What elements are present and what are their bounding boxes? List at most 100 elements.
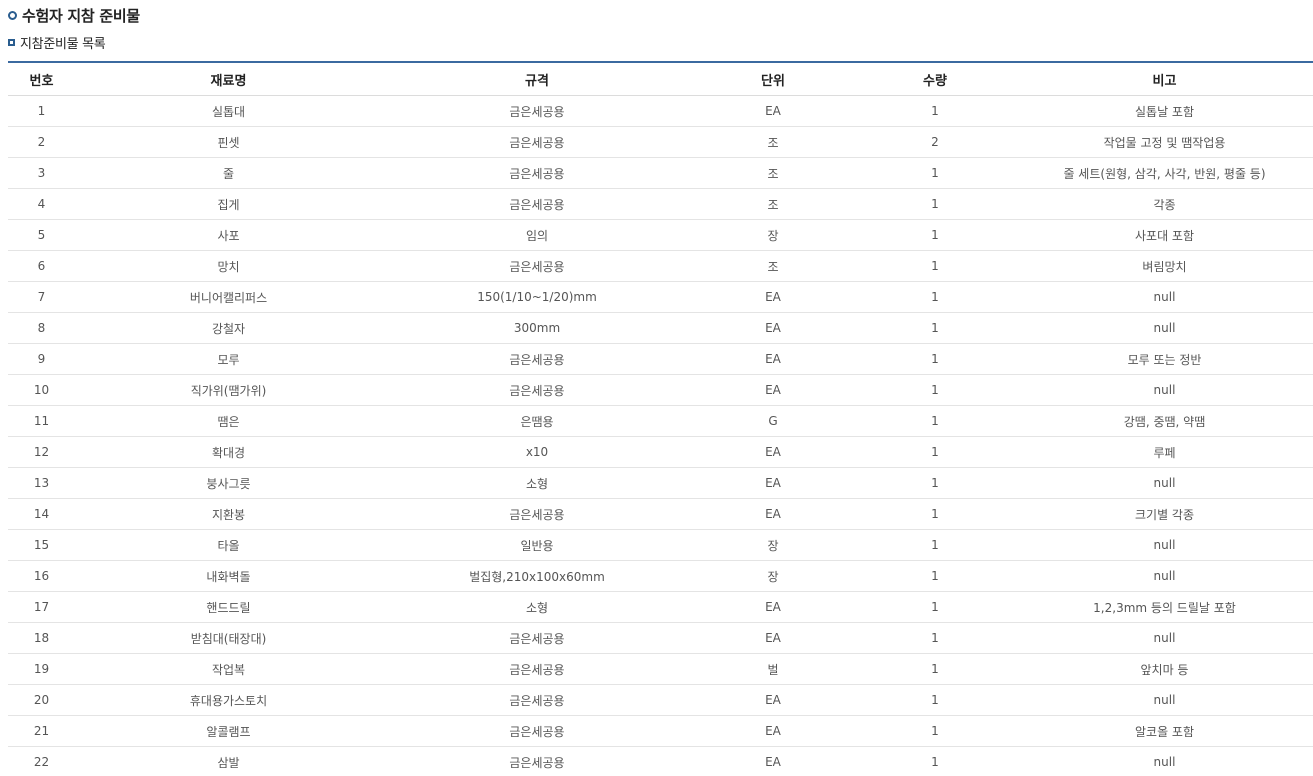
cell-material: 땜은 (75, 405, 382, 437)
cell-remarks: null (1016, 374, 1313, 406)
table-row: 10 직가위(땜가위) 금은세공용 EA 1 null (8, 374, 1313, 406)
materials-table: 번호 재료명 규격 단위 수량 비고 1 실톱대 금은세공용 EA 1 실톱날 포함 2 핀셋… (8, 61, 1313, 776)
cell-remarks: null (1016, 281, 1313, 313)
cell-material: 작업복 (75, 653, 382, 685)
cell-unit: EA (692, 281, 854, 313)
cell-number: 6 (8, 250, 75, 282)
cell-number: 18 (8, 622, 75, 654)
cell-spec: 일반용 (382, 529, 692, 561)
cell-unit: 조 (692, 188, 854, 220)
cell-quantity: 1 (854, 746, 1016, 776)
cell-material: 받침대(태장대) (75, 622, 382, 654)
cell-spec: 소형 (382, 467, 692, 499)
cell-unit: EA (692, 498, 854, 530)
cell-remarks: null (1016, 684, 1313, 716)
cell-quantity: 1 (854, 622, 1016, 654)
cell-quantity: 1 (854, 684, 1016, 716)
cell-material: 지환봉 (75, 498, 382, 530)
cell-number: 7 (8, 281, 75, 313)
cell-material: 알콜램프 (75, 715, 382, 747)
cell-unit: 조 (692, 250, 854, 282)
circle-bullet-icon (8, 10, 17, 20)
cell-material: 타올 (75, 529, 382, 561)
cell-unit: 장 (692, 560, 854, 592)
table-row: 12 확대경 x10 EA 1 루페 (8, 436, 1313, 468)
cell-unit: EA (692, 467, 854, 499)
cell-quantity: 1 (854, 560, 1016, 592)
cell-number: 22 (8, 746, 75, 776)
cell-quantity: 1 (854, 95, 1016, 127)
cell-remarks: null (1016, 467, 1313, 499)
cell-remarks: null (1016, 529, 1313, 561)
cell-spec: 금은세공용 (382, 498, 692, 530)
cell-number: 17 (8, 591, 75, 623)
cell-remarks: 강땜, 중땜, 약땜 (1016, 405, 1313, 437)
table-row: 21 알콜램프 금은세공용 EA 1 알코올 포함 (8, 715, 1313, 747)
cell-material: 실톱대 (75, 95, 382, 127)
cell-remarks: 크기별 각종 (1016, 498, 1313, 530)
cell-material: 버니어캘리퍼스 (75, 281, 382, 313)
column-header-quantity: 수량 (854, 62, 1016, 96)
table-row: 4 집게 금은세공용 조 1 각종 (8, 188, 1313, 220)
column-header-unit: 단위 (692, 62, 854, 96)
cell-spec: 금은세공용 (382, 653, 692, 685)
cell-quantity: 1 (854, 157, 1016, 189)
cell-number: 16 (8, 560, 75, 592)
table-row: 20 휴대용가스토치 금은세공용 EA 1 null (8, 684, 1313, 716)
cell-number: 2 (8, 126, 75, 158)
column-header-number: 번호 (8, 62, 75, 96)
cell-remarks: 앞치마 등 (1016, 653, 1313, 685)
cell-number: 5 (8, 219, 75, 251)
section-title: 수험자 지참 준비물 (8, 4, 140, 26)
cell-material: 사포 (75, 219, 382, 251)
cell-spec: x10 (382, 436, 692, 468)
cell-number: 4 (8, 188, 75, 220)
cell-quantity: 1 (854, 219, 1016, 251)
page: 수험자 지참 준비물 지참준비물 목록 번호 재료명 규격 단위 수량 비고 1… (0, 0, 1313, 776)
cell-material: 붕사그릇 (75, 467, 382, 499)
cell-quantity: 1 (854, 281, 1016, 313)
cell-number: 12 (8, 436, 75, 468)
cell-spec: 금은세공용 (382, 684, 692, 716)
page-title: 수험자 지참 준비물 (22, 6, 140, 25)
cell-quantity: 1 (854, 343, 1016, 375)
table-row: 13 붕사그릇 소형 EA 1 null (8, 467, 1313, 499)
cell-remarks: 각종 (1016, 188, 1313, 220)
cell-unit: 장 (692, 529, 854, 561)
table-row: 8 강철자 300mm EA 1 null (8, 312, 1313, 344)
cell-material: 확대경 (75, 436, 382, 468)
table-row: 22 삼발 금은세공용 EA 1 null (8, 746, 1313, 776)
cell-material: 핸드드릴 (75, 591, 382, 623)
table-row: 9 모루 금은세공용 EA 1 모루 또는 정반 (8, 343, 1313, 375)
cell-remarks: 실톱날 포함 (1016, 95, 1313, 127)
cell-number: 3 (8, 157, 75, 189)
table-row: 5 사포 임의 장 1 사포대 포함 (8, 219, 1313, 251)
cell-number: 11 (8, 405, 75, 437)
table-row: 6 망치 금은세공용 조 1 벼림망치 (8, 250, 1313, 282)
table-row: 19 작업복 금은세공용 벌 1 앞치마 등 (8, 653, 1313, 685)
cell-remarks: null (1016, 560, 1313, 592)
cell-unit: 조 (692, 157, 854, 189)
cell-unit: EA (692, 343, 854, 375)
cell-spec: 금은세공용 (382, 622, 692, 654)
cell-spec: 은땜용 (382, 405, 692, 437)
cell-material: 삼발 (75, 746, 382, 776)
cell-spec: 금은세공용 (382, 188, 692, 220)
table-header-row: 번호 재료명 규격 단위 수량 비고 (8, 62, 1313, 96)
cell-spec: 금은세공용 (382, 126, 692, 158)
cell-spec: 금은세공용 (382, 374, 692, 406)
cell-number: 9 (8, 343, 75, 375)
cell-material: 휴대용가스토치 (75, 684, 382, 716)
cell-unit: 장 (692, 219, 854, 251)
column-header-remarks: 비고 (1016, 62, 1313, 96)
cell-unit: EA (692, 746, 854, 776)
cell-remarks: null (1016, 622, 1313, 654)
cell-number: 8 (8, 312, 75, 344)
table-row: 17 핸드드릴 소형 EA 1 1,2,3mm 등의 드릴날 포함 (8, 591, 1313, 623)
cell-number: 15 (8, 529, 75, 561)
table-row: 16 내화벽돌 벌집형,210x100x60mm 장 1 null (8, 560, 1313, 592)
cell-quantity: 1 (854, 653, 1016, 685)
cell-spec: 금은세공용 (382, 715, 692, 747)
table-row: 2 핀셋 금은세공용 조 2 작업물 고정 및 땜작업용 (8, 126, 1313, 158)
table-row: 18 받침대(태장대) 금은세공용 EA 1 null (8, 622, 1313, 654)
